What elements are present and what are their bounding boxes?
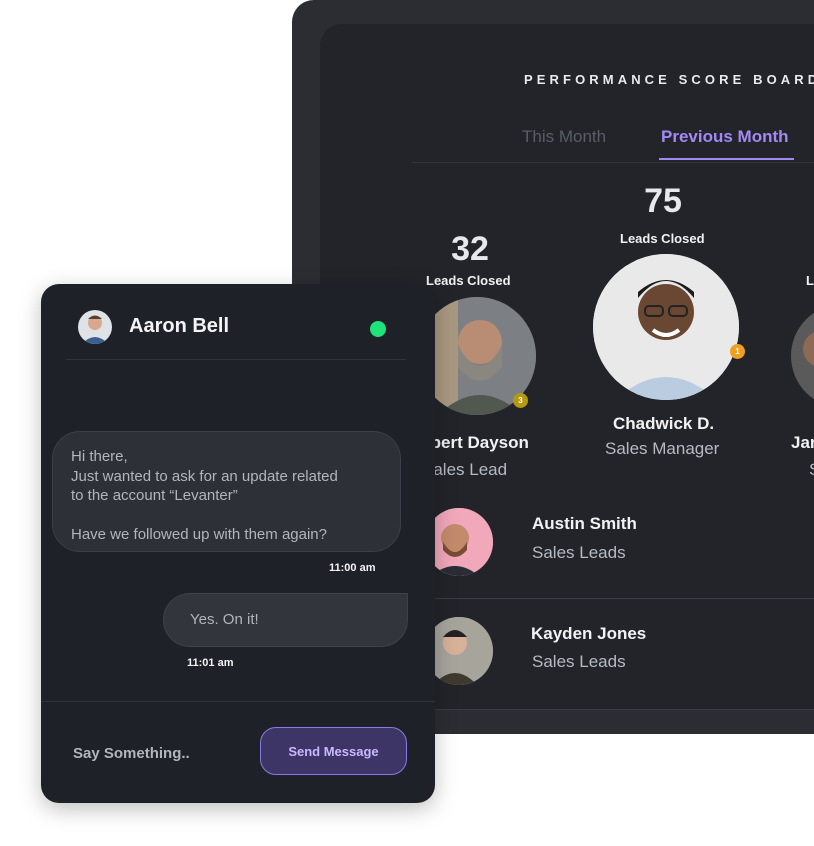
chat-window: Aaron Bell Hi there, Just wanted to ask … [41,284,435,803]
score-label-second: Leads Closed [426,273,511,288]
name-kayden: Kayden Jones [531,624,647,643]
name-austin: Austin Smith [532,514,637,533]
message-input[interactable] [71,744,275,763]
list-divider [412,598,814,599]
person-portrait-icon [425,617,493,685]
name-james: James [791,433,814,452]
message-timestamp: 11:01 am [187,657,234,669]
avatar-chadwick[interactable] [593,254,739,400]
online-status-indicator [370,321,386,337]
chat-contact-name: Aaron Bell [129,315,230,337]
chat-header-divider [66,359,406,360]
role-james: Sales [809,460,814,480]
score-label-third: Leads Closed [806,273,814,288]
score-label-first: Leads Closed [620,231,705,246]
list-divider [412,709,814,710]
score-first: 75 [644,182,682,220]
role-kayden: Sales Leads [532,652,626,671]
score-second: 32 [451,230,489,268]
chat-contact-avatar[interactable] [78,310,112,344]
name-chadwick: Chadwick D. [613,414,715,433]
role-chadwick: Sales Manager [605,439,720,458]
person-portrait-icon [593,254,739,400]
tab-this-month[interactable]: This Month [522,127,606,147]
role-austin: Sales Leads [532,543,626,562]
scoreboard-title: PERFORMANCE SCORE BOARD [524,72,814,87]
person-portrait-icon [78,310,112,344]
active-tab-indicator [659,158,794,160]
rank-medal-3: 3 [513,393,528,408]
avatar-kayden[interactable] [425,617,493,685]
incoming-message: Hi there, Just wanted to ask for an upda… [52,431,401,552]
chat-footer-divider [41,701,435,702]
outgoing-message: Yes. On it! [163,593,408,647]
message-timestamp: 11:00 am [329,562,376,574]
rank-medal-1: 1 [730,344,745,359]
tab-previous-month[interactable]: Previous Month [661,127,789,147]
tabs-divider [412,162,814,163]
send-message-button[interactable]: Send Message [260,727,407,775]
person-portrait-icon [425,508,493,576]
avatar-austin[interactable] [425,508,493,576]
